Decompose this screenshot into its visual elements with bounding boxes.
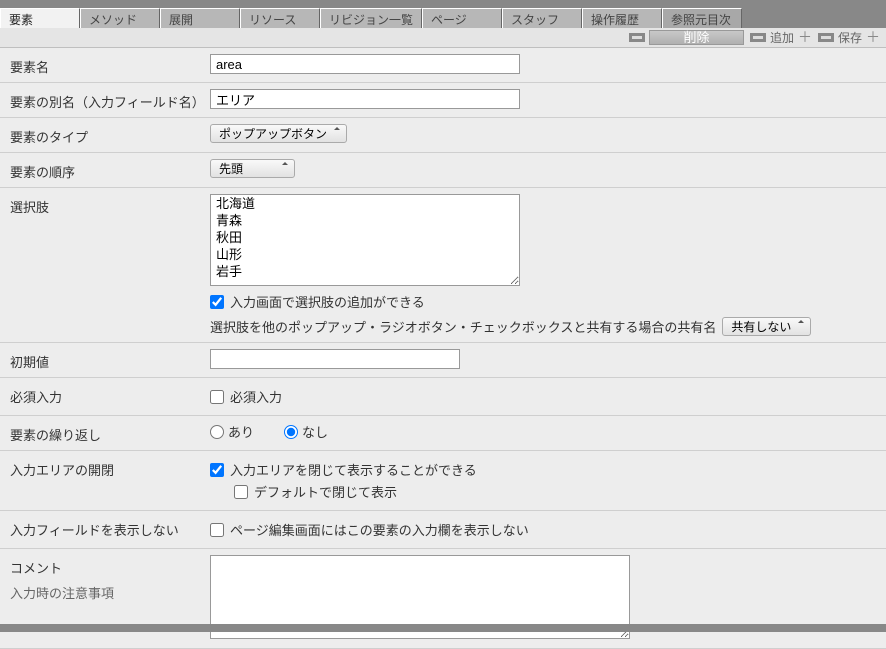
hidefield-checkbox[interactable]: [210, 523, 224, 537]
hidefield-text: ページ編集画面にはこの要素の入力欄を表示しない: [230, 520, 529, 539]
plus-icon: ＋: [798, 31, 812, 45]
save-button[interactable]: 保存 ＋: [818, 29, 880, 46]
tab-element[interactable]: 要素: [0, 8, 80, 28]
choices-addable-label: 入力画面で選択肢の追加ができる: [230, 292, 425, 311]
choices-share-label: 選択肢を他のポップアップ・ラジオボタン・チェックボックスと共有する場合の共有名: [210, 317, 716, 336]
choices-share-select[interactable]: 共有しない: [722, 317, 811, 336]
tab-deploy[interactable]: 展開: [160, 8, 240, 28]
label-order: 要素の順序: [10, 159, 210, 181]
initial-input[interactable]: [210, 349, 460, 369]
required-checkbox[interactable]: [210, 390, 224, 404]
label-element-name: 要素名: [10, 54, 210, 76]
label-required: 必須入力: [10, 384, 210, 406]
tabs: 要素 メソッド 展開 リソース リビジョン一覧 ページ スタッフ 操作履歴 参照…: [0, 8, 886, 28]
collapse-default-text: デフォルトで閉じて表示: [254, 482, 397, 501]
minus-icon: [818, 33, 834, 42]
tab-staff[interactable]: スタッフ: [502, 8, 582, 28]
tab-history[interactable]: 操作履歴: [582, 8, 662, 28]
minus-icon: [750, 33, 766, 42]
label-alias: 要素の別名（入力フィールド名）: [10, 89, 210, 111]
minus-icon: [629, 33, 645, 42]
required-text: 必須入力: [230, 387, 282, 406]
label-collapse: 入力エリアの開閉: [10, 457, 210, 479]
repeat-no[interactable]: なし: [284, 422, 328, 441]
choices-addable-checkbox[interactable]: [210, 295, 224, 309]
label-initial: 初期値: [10, 349, 210, 371]
label-comment: コメント: [10, 558, 210, 577]
label-repeat: 要素の繰り返し: [10, 422, 210, 444]
label-comment-sub: 入力時の注意事項: [10, 583, 210, 602]
element-name-input[interactable]: [210, 54, 520, 74]
tab-resource[interactable]: リソース: [240, 8, 320, 28]
alias-input[interactable]: [210, 89, 520, 109]
tab-method[interactable]: メソッド: [80, 8, 160, 28]
choices-textarea[interactable]: [210, 194, 520, 286]
order-select[interactable]: 先頭: [210, 159, 295, 178]
tab-references[interactable]: 参照元目次: [662, 8, 742, 28]
add-button[interactable]: 追加 ＋: [750, 29, 812, 46]
collapse-checkbox[interactable]: [210, 463, 224, 477]
delete-button[interactable]: 削除: [629, 30, 744, 45]
plus-icon: ＋: [866, 31, 880, 45]
type-select[interactable]: ポップアップボタン: [210, 124, 347, 143]
collapse-text: 入力エリアを閉じて表示することができる: [230, 460, 477, 479]
label-hidefield: 入力フィールドを表示しない: [10, 517, 210, 539]
collapse-default-checkbox[interactable]: [234, 485, 248, 499]
tab-page[interactable]: ページ: [422, 8, 502, 28]
label-type: 要素のタイプ: [10, 124, 210, 146]
repeat-yes[interactable]: あり: [210, 422, 254, 441]
tab-revisions[interactable]: リビジョン一覧: [320, 8, 422, 28]
label-choices: 選択肢: [10, 194, 210, 216]
